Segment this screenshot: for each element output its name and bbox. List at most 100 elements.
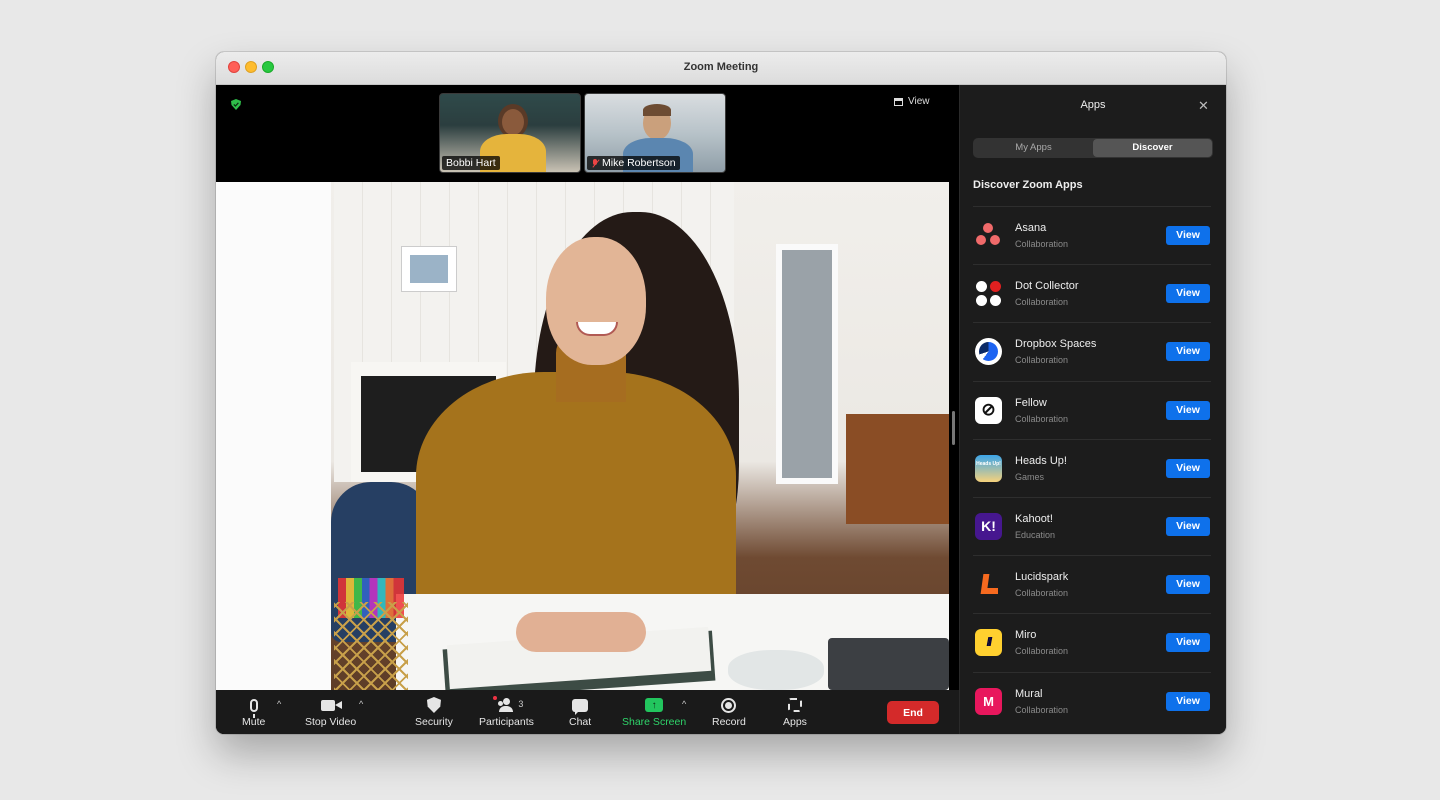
kahoot-logo-icon <box>975 512 1002 540</box>
app-list-item: Dropbox Spaces Collaboration View <box>973 322 1211 380</box>
video-options-chevron-icon[interactable]: ^ <box>359 699 363 709</box>
video-background-dresser <box>846 414 949 524</box>
view-app-button[interactable]: View <box>1166 458 1210 478</box>
tab-discover[interactable]: Discover <box>1093 139 1212 157</box>
chat-button[interactable]: Chat <box>569 695 591 728</box>
miro-logo-icon <box>975 629 1002 657</box>
share-options-chevron-icon[interactable]: ^ <box>682 699 686 709</box>
mic-muted-icon <box>591 158 599 168</box>
app-name: Dot Collector <box>1015 280 1079 293</box>
app-name: Dropbox Spaces <box>1015 338 1097 351</box>
view-app-button[interactable]: View <box>1166 633 1210 653</box>
participant-thumbnail[interactable]: Bobbi Hart <box>439 93 581 173</box>
view-app-button[interactable]: View <box>1166 516 1210 536</box>
record-button[interactable]: Record <box>712 695 746 728</box>
view-button[interactable]: View <box>894 96 930 107</box>
app-list-item: Kahoot! Education View <box>973 496 1211 555</box>
app-category: Education <box>1015 529 1056 540</box>
video-camera-icon <box>320 699 342 711</box>
dot-collector-logo-icon <box>975 280 1002 307</box>
app-name: Miro <box>1015 629 1037 642</box>
app-list-item: Dot Collector Collaboration View <box>973 264 1211 322</box>
participants-button[interactable]: 3 Participants <box>479 695 534 728</box>
mural-logo-icon <box>975 687 1002 715</box>
heads-up-logo-icon <box>975 454 1002 482</box>
app-name: Asana <box>1015 222 1047 234</box>
audio-options-chevron-icon[interactable]: ^ <box>277 699 281 709</box>
chat-bubble-icon <box>572 698 589 715</box>
zoom-window: Zoom Meeting View Bobbi Hart Mike Robert <box>216 52 1226 734</box>
video-laptop <box>828 638 949 690</box>
notification-dot <box>493 696 498 700</box>
participant-name-tag: Mike Robertson <box>587 156 680 170</box>
close-panel-icon[interactable]: ✕ <box>1198 99 1209 112</box>
app-category: Collaboration <box>1015 646 1069 657</box>
app-list: Asana Collaboration View Dot Collector C… <box>973 206 1211 730</box>
dropbox-spaces-logo-icon <box>975 338 1002 366</box>
app-name: Kahoot! <box>1015 512 1053 525</box>
view-app-button[interactable]: View <box>1166 400 1210 420</box>
view-app-button[interactable]: View <box>1166 575 1210 595</box>
view-app-button[interactable]: View <box>1166 226 1210 245</box>
app-name: Mural <box>1015 687 1043 700</box>
end-meeting-button[interactable]: End <box>887 701 939 724</box>
active-speaker-video[interactable] <box>216 182 949 690</box>
app-category: Collaboration <box>1015 588 1069 599</box>
participant-name-tag: Bobbi Hart <box>442 156 500 170</box>
participants-icon: 3 <box>493 696 523 712</box>
tab-my-apps[interactable]: My Apps <box>974 139 1093 157</box>
chat-label: Chat <box>569 716 592 728</box>
video-pen-cup <box>334 602 408 690</box>
participants-label: Participants <box>479 716 534 728</box>
apps-button[interactable]: Apps <box>783 695 807 728</box>
app-name: Heads Up! <box>1015 454 1067 467</box>
panel-resize-handle[interactable] <box>952 411 955 445</box>
security-shield-icon <box>426 697 441 713</box>
apps-panel: Apps ✕ My Apps Discover Discover Zoom Ap… <box>959 85 1226 734</box>
share-screen-label: Share Screen <box>622 716 687 728</box>
app-category: Collaboration <box>1015 413 1069 424</box>
app-list-item: Miro Collaboration View <box>973 613 1211 671</box>
meeting-toolbar: Mute ^ Stop Video ^ Security 3 Participa… <box>216 690 959 734</box>
security-label: Security <box>415 716 453 728</box>
gallery-view-icon <box>894 97 903 106</box>
participant-name: Mike Robertson <box>602 157 676 169</box>
app-category: Collaboration <box>1015 704 1069 715</box>
title-bar: Zoom Meeting <box>216 52 1226 85</box>
share-screen-button[interactable]: ↑ Share Screen <box>622 695 686 728</box>
window-title: Zoom Meeting <box>683 61 759 73</box>
video-background-art <box>401 246 457 292</box>
app-name: Fellow <box>1015 396 1047 409</box>
view-app-button[interactable]: View <box>1166 691 1210 711</box>
video-mug <box>728 650 824 690</box>
encryption-shield-icon[interactable] <box>231 99 241 110</box>
app-category: Collaboration <box>1015 355 1069 366</box>
microphone-icon <box>249 698 258 718</box>
participant-name: Bobbi Hart <box>446 157 496 169</box>
app-category: Collaboration <box>1015 297 1069 308</box>
view-app-button[interactable]: View <box>1166 284 1210 304</box>
asana-logo-icon <box>975 222 1002 249</box>
app-category: Games <box>1015 471 1045 482</box>
record-label: Record <box>712 716 746 728</box>
participant-face <box>502 109 524 135</box>
record-icon <box>721 697 737 713</box>
view-button-label: View <box>908 96 930 107</box>
speaker-face <box>546 237 646 365</box>
stop-video-button[interactable]: Stop Video <box>305 695 356 728</box>
app-list-item: Heads Up! Games View <box>973 438 1211 497</box>
panel-title: Apps <box>1080 99 1106 111</box>
participant-thumbnail[interactable]: Mike Robertson <box>584 93 726 173</box>
apps-label: Apps <box>783 716 807 728</box>
app-list-item: Lucidspark Collaboration View <box>973 555 1211 613</box>
video-stage: View Bobbi Hart Mike Robertson Mute ^ St… <box>216 85 959 734</box>
share-screen-arrow-icon: ↑ <box>645 698 664 712</box>
participant-hair <box>643 104 671 116</box>
mute-button[interactable]: Mute <box>242 695 265 728</box>
lucidspark-logo-icon <box>975 571 1002 598</box>
security-button[interactable]: Security <box>415 695 453 728</box>
view-app-button[interactable]: View <box>1166 342 1210 362</box>
fellow-logo-icon <box>975 396 1002 424</box>
stop-video-label: Stop Video <box>305 716 357 728</box>
participants-count: 3 <box>518 699 524 709</box>
